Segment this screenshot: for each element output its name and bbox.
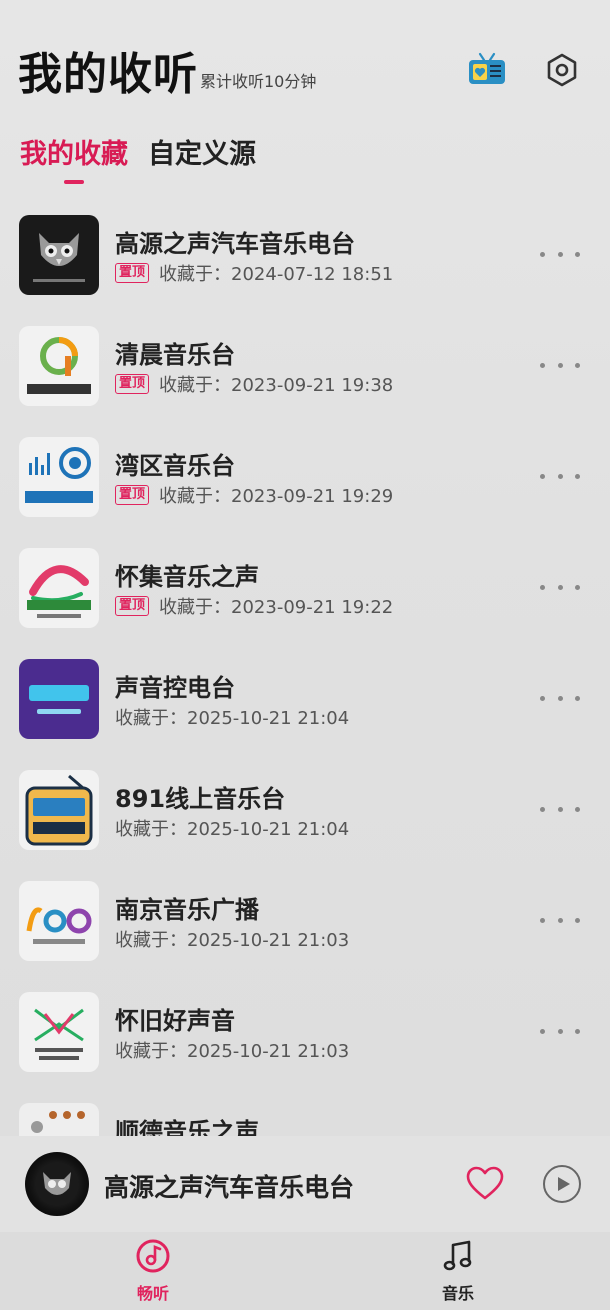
station-meta: 置顶 收藏于：2024-07-12 18:51: [115, 260, 393, 286]
music-note-icon: [443, 1240, 472, 1271]
more-options-button[interactable]: [540, 359, 580, 371]
station-meta: 收藏于：2025-10-21 21:04: [115, 704, 349, 730]
station-logo-fm891: [19, 770, 99, 850]
station-meta: 收藏于：2025-10-21 21:04: [115, 815, 349, 841]
owl-logo: [19, 215, 99, 295]
station-meta: 收藏于：2025-10-21 21:03: [115, 926, 349, 952]
station-logo-shunde: [19, 1103, 99, 1136]
nav-listen-label: 畅听: [136, 1284, 169, 1303]
now-playing-title: 高源之声汽车音乐电台: [104, 1173, 355, 1202]
listen-duration: 累计收听10分钟: [200, 72, 317, 91]
nanjing-logo: [19, 881, 99, 961]
station-title: 清晨音乐台: [115, 341, 235, 369]
saved-time: 收藏于：2024-07-12 18:51: [159, 264, 394, 285]
station-logo-owl: [19, 215, 99, 295]
station-logo-huaijiu: [19, 992, 99, 1072]
more-dots-icon: [540, 473, 545, 479]
nav-listen[interactable]: 畅听: [113, 1238, 193, 1304]
more-dots-icon: [540, 917, 545, 923]
huaijiu-logo: [19, 992, 99, 1072]
saved-time: 收藏于：2023-09-21 19:29: [159, 486, 394, 507]
more-options-button[interactable]: [540, 1025, 580, 1037]
station-meta: 收藏于：2025-10-21 21:03: [115, 1037, 349, 1063]
music-disc-icon: [136, 1239, 170, 1273]
favorites-list[interactable]: 高源之声汽车音乐电台 置顶 收藏于：2024-07-12 18:51 清晨音乐台…: [0, 198, 610, 1136]
settings-hexagon-icon: [547, 53, 577, 87]
station-meta: 置顶 收藏于：2023-09-21 19:38: [115, 371, 393, 397]
station-title: 怀旧好声音: [115, 1007, 235, 1035]
station-logo-nanjing: [19, 881, 99, 961]
more-options-button[interactable]: [540, 692, 580, 704]
station-title: 高源之声汽车音乐电台: [115, 230, 355, 258]
saved-time: 收藏于：2025-10-21 21:03: [115, 1041, 350, 1062]
more-dots-icon: [540, 1028, 545, 1034]
saved-time: 收藏于：2025-10-21 21:04: [115, 819, 350, 840]
more-options-button[interactable]: [540, 581, 580, 593]
station-logo-voicecon: [19, 659, 99, 739]
station-title: 891线上音乐台: [115, 785, 286, 813]
fm891-logo: [19, 770, 99, 850]
list-item[interactable]: 怀集音乐之声 置顶 收藏于：2023-09-21 19:22: [0, 531, 610, 642]
bottom-nav: 畅听 音乐: [0, 1232, 610, 1310]
header: 我的收听 累计收听10分钟: [0, 0, 610, 110]
pinned-badge: 置顶: [115, 374, 150, 394]
list-item[interactable]: 怀旧好声音 收藏于：2025-10-21 21:03: [0, 975, 610, 1086]
station-logo-wanqu: [19, 437, 99, 517]
list-item[interactable]: 顺德音乐之声: [0, 1086, 610, 1136]
play-button[interactable]: [542, 1164, 582, 1204]
list-item[interactable]: 南京音乐广播 收藏于：2025-10-21 21:03: [0, 864, 610, 975]
station-meta: 置顶 收藏于：2023-09-21 19:22: [115, 593, 393, 619]
huaiji-logo: [19, 548, 99, 628]
more-dots-icon: [540, 584, 545, 590]
station-title: 顺德音乐之声: [115, 1118, 259, 1136]
favorite-button[interactable]: [466, 1166, 504, 1202]
mini-player[interactable]: 高源之声汽车音乐电台: [0, 1136, 610, 1232]
radio-favorite-button[interactable]: [466, 52, 508, 86]
saved-time: 收藏于：2023-09-21 19:22: [159, 597, 394, 618]
list-item[interactable]: 湾区音乐台 置顶 收藏于：2023-09-21 19:29: [0, 420, 610, 531]
shunde-logo: [19, 1103, 99, 1136]
list-item[interactable]: 清晨音乐台 置顶 收藏于：2023-09-21 19:38: [0, 309, 610, 420]
more-options-button[interactable]: [540, 914, 580, 926]
list-item[interactable]: 高源之声汽车音乐电台 置顶 收藏于：2024-07-12 18:51: [0, 198, 610, 309]
station-title: 南京音乐广播: [115, 896, 259, 924]
owl-logo: [35, 1162, 79, 1206]
pinned-badge: 置顶: [115, 596, 150, 616]
more-dots-icon: [540, 362, 545, 368]
heart-outline-icon: [466, 1166, 504, 1200]
wanqu-logo: [19, 437, 99, 517]
now-playing-disc: [25, 1152, 89, 1216]
tab-custom-source[interactable]: 自定义源: [148, 132, 256, 171]
more-dots-icon: [540, 806, 545, 812]
station-title: 湾区音乐台: [115, 452, 235, 480]
radio-favorite-icon: [469, 52, 505, 84]
station-meta: 置顶 收藏于：2023-09-21 19:29: [115, 482, 393, 508]
tab-indicator: [64, 180, 84, 184]
more-options-button[interactable]: [540, 803, 580, 815]
saved-time: 收藏于：2025-10-21 21:03: [115, 930, 350, 951]
page-title: 我的收听: [18, 49, 198, 100]
voicecon-logo: [19, 659, 99, 739]
more-dots-icon: [540, 251, 545, 257]
saved-time: 收藏于：2023-09-21 19:38: [159, 375, 394, 396]
station-title: 怀集音乐之声: [115, 563, 259, 591]
nav-music[interactable]: 音乐: [418, 1238, 498, 1304]
tab-bar: 我的收藏 自定义源: [0, 128, 610, 188]
settings-button[interactable]: [544, 52, 580, 88]
pinned-badge: 置顶: [115, 485, 150, 505]
list-item[interactable]: 891线上音乐台 收藏于：2025-10-21 21:04: [0, 753, 610, 864]
pinned-badge: 置顶: [115, 263, 150, 283]
list-item[interactable]: 声音控电台 收藏于：2025-10-21 21:04: [0, 642, 610, 753]
more-dots-icon: [540, 695, 545, 701]
nav-music-label: 音乐: [441, 1284, 474, 1303]
more-options-button[interactable]: [540, 248, 580, 260]
station-logo-huaiji: [19, 548, 99, 628]
more-options-button[interactable]: [540, 470, 580, 482]
tab-favorites[interactable]: 我的收藏: [20, 132, 128, 171]
station-title: 声音控电台: [115, 674, 235, 702]
saved-time: 收藏于：2025-10-21 21:04: [115, 708, 350, 729]
play-circle-icon: [543, 1165, 581, 1203]
qingchen-logo: [19, 326, 99, 406]
station-logo-qingchen: [19, 326, 99, 406]
